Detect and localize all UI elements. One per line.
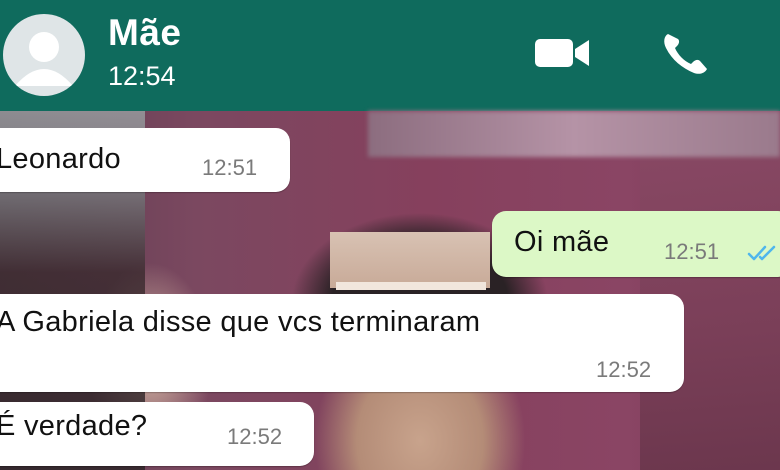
- chat-header: Mãe 12:54: [0, 0, 780, 111]
- face-redaction-edge: [336, 282, 486, 290]
- message-time: 12:51: [664, 239, 720, 264]
- wallpaper-shade-right: [640, 111, 780, 470]
- message-text: A Gabriela disse que vcs terminaram: [0, 306, 481, 338]
- last-seen-time: 12:54: [108, 61, 176, 91]
- message-text: Leonardo: [0, 143, 121, 175]
- message-bubble-incoming[interactable]: É verdade? 12:52: [0, 402, 314, 466]
- video-call-icon[interactable]: [532, 36, 592, 70]
- message-bubble-incoming[interactable]: Leonardo 12:51: [0, 128, 290, 192]
- voice-call-icon[interactable]: [660, 30, 712, 76]
- contact-name[interactable]: Mãe: [108, 12, 181, 54]
- message-text: É verdade?: [0, 410, 148, 442]
- message-text: Oi mãe: [514, 226, 610, 258]
- face-redaction-blur: [330, 232, 490, 288]
- message-time: 12:52: [596, 357, 652, 382]
- contact-avatar[interactable]: [3, 14, 85, 96]
- message-bubble-incoming[interactable]: A Gabriela disse que vcs terminaram 12:5…: [0, 294, 684, 392]
- default-avatar-icon: [15, 32, 73, 86]
- redaction-blur-top: [368, 111, 780, 157]
- message-time: 12:51: [202, 155, 258, 180]
- double-check-icon: [747, 245, 776, 261]
- message-time: 12:52: [227, 424, 283, 449]
- message-bubble-outgoing[interactable]: Oi mãe 12:51: [492, 211, 780, 277]
